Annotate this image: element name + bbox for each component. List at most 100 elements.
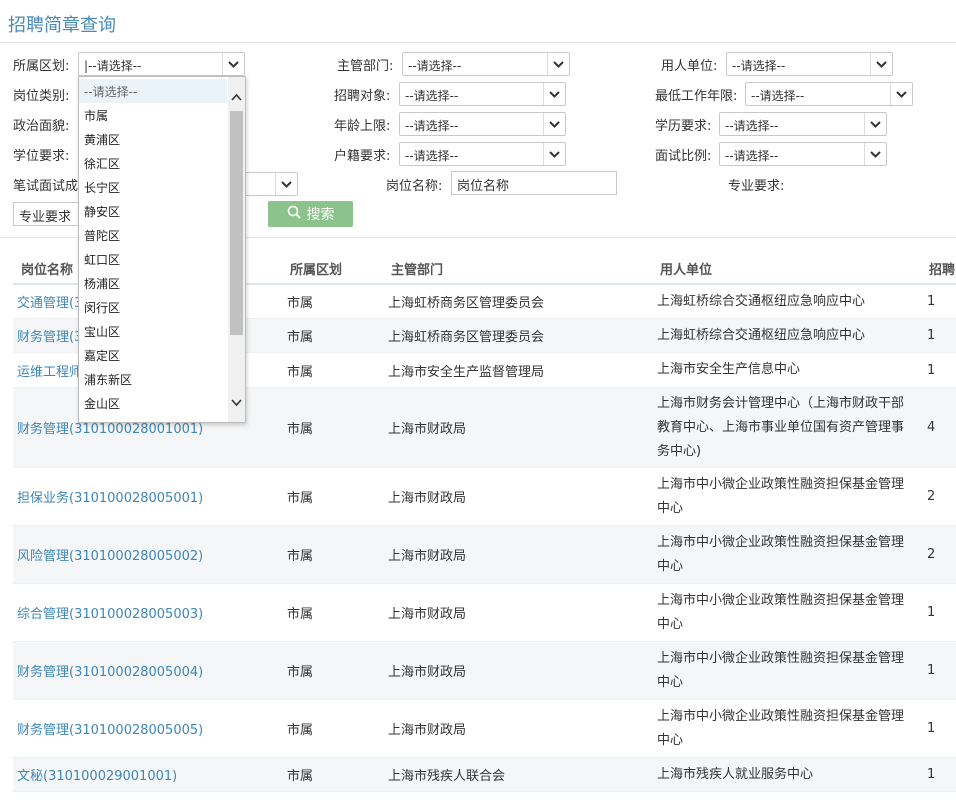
chevron-down-icon (864, 113, 886, 135)
dropdown-option[interactable]: 浦东新区 (79, 367, 227, 391)
position-link[interactable]: 担保业务(310100028005001) (17, 468, 203, 525)
hukou-label: 户籍要求: (334, 149, 391, 164)
hukou-select[interactable]: --请选择-- (399, 142, 566, 166)
recruit-count-cell: 4 (927, 420, 936, 435)
chevron-down-icon (543, 113, 565, 135)
district-cell: 市属 (287, 607, 314, 622)
dropdown-option[interactable]: 长宁区 (79, 175, 227, 199)
recruit-count-cell: 2 (927, 547, 936, 562)
table-row: 综合管理(310100028005003) 市属 上海市财政局 上海市中小微企业… (13, 584, 956, 642)
recruit-count-cell: 1 (927, 767, 936, 782)
recruit-count-cell: 1 (927, 721, 936, 736)
department-cell: 上海市财政局 (388, 665, 467, 680)
hukou-select-value: --请选择-- (405, 149, 459, 163)
min-work-years-label: 最低工作年限: (655, 89, 738, 104)
dropdown-option[interactable]: 静安区 (79, 199, 227, 223)
dropdown-option[interactable]: 虹口区 (79, 247, 227, 271)
district-cell: 市属 (287, 296, 314, 311)
recruit-count-cell: 1 (927, 328, 936, 343)
recruit-target-label: 招聘对象: (334, 89, 391, 104)
dropdown-option[interactable]: 闵行区 (79, 295, 227, 319)
dropdown-option[interactable]: --请选择-- (79, 79, 227, 103)
education-select[interactable]: --请选择-- (719, 112, 887, 136)
department-cell: 上海市安全生产监督管理局 (388, 364, 545, 380)
position-link[interactable]: 交通管理(3 (17, 285, 82, 318)
interview-ratio-label: 面试比例: (655, 149, 712, 164)
position-link[interactable]: 财务管理(310100028005005) (17, 700, 203, 757)
position-link[interactable]: 财务管理(3 (17, 319, 82, 352)
dropdown-option[interactable]: 普陀区 (79, 223, 227, 247)
search-icon (287, 205, 301, 223)
column-header-employer: 用人单位 (660, 263, 713, 278)
department-cell: 上海市财政局 (388, 422, 467, 437)
dropdown-option[interactable]: 金山区 (79, 391, 227, 415)
department-cell: 上海市财政局 (388, 491, 467, 506)
employer-label: 用人单位: (661, 59, 718, 74)
dropdown-scrollbar[interactable] (228, 77, 245, 422)
position-link[interactable]: 财务管理(310100028005004) (17, 642, 203, 699)
employer-cell: 上海市中小微企业政策性融资担保基金管理中心 (657, 592, 905, 632)
table-row: 文秘(310100029001001) 市属 上海市残疾人联合会 上海市残疾人就… (13, 758, 956, 792)
chevron-down-icon (275, 173, 297, 195)
dropdown-option[interactable]: 市属 (79, 103, 227, 127)
employer-cell: 上海虹桥综合交通枢纽应急响应中心 (657, 293, 866, 309)
position-link[interactable]: 运维工程师 (17, 353, 82, 387)
district-select[interactable]: |--请选择-- (78, 52, 245, 76)
scrollbar-thumb[interactable] (230, 111, 243, 335)
recruit-target-select[interactable]: --请选择-- (399, 82, 566, 106)
written-ratio-label: 笔试面试成 (13, 179, 79, 194)
political-label: 政治面貌: (13, 119, 70, 134)
department-cell: 上海虹桥商务区管理委员会 (388, 330, 545, 345)
department-select[interactable]: --请选择-- (402, 52, 570, 76)
recruit-target-select-value: --请选择-- (405, 89, 459, 103)
dropdown-option[interactable]: 黄浦区 (79, 127, 227, 151)
table-row: 财务管理(310100028005005) 市属 上海市财政局 上海市中小微企业… (13, 700, 956, 758)
position-name-label: 岗位名称: (386, 179, 443, 194)
interview-ratio-select-value: --请选择-- (725, 149, 779, 163)
column-header-recruit-count: 招聘 (929, 263, 956, 278)
dropdown-option[interactable]: 徐汇区 (79, 151, 227, 175)
dropdown-option[interactable]: 嘉定区 (79, 343, 227, 367)
column-header-department: 主管部门 (391, 263, 444, 278)
chevron-down-icon (870, 53, 892, 75)
page-title: 招聘简章查询 (8, 15, 116, 36)
department-cell: 上海市残疾人联合会 (388, 769, 506, 784)
chevron-down-icon (890, 83, 912, 105)
recruit-count-cell: 1 (927, 294, 936, 309)
department-select-value: --请选择-- (408, 59, 462, 73)
age-limit-select-value: --请选择-- (405, 119, 459, 133)
department-cell: 上海市财政局 (388, 607, 467, 622)
employer-cell: 上海虹桥综合交通枢纽应急响应中心 (657, 327, 866, 343)
age-limit-label: 年龄上限: (334, 119, 391, 134)
position-link[interactable]: 风险管理(310100028005002) (17, 526, 203, 583)
employer-cell: 上海市残疾人就业服务中心 (657, 766, 814, 782)
age-limit-select[interactable]: --请选择-- (399, 112, 566, 136)
district-cell: 市属 (287, 364, 314, 380)
district-cell: 市属 (287, 549, 314, 564)
major-label: 专业要求: (728, 179, 785, 194)
column-header-position-name: 岗位名称 (21, 263, 74, 278)
degree-label: 学位要求: (13, 149, 70, 164)
dropdown-option[interactable]: 杨浦区 (79, 271, 227, 295)
chevron-up-icon[interactable] (230, 91, 243, 101)
interview-ratio-select[interactable]: --请选择-- (719, 142, 887, 166)
position-link[interactable]: 综合管理(310100028005003) (17, 584, 203, 641)
recruit-count-cell: 2 (927, 489, 936, 504)
position-name-input[interactable]: 岗位名称 (451, 171, 617, 195)
recruit-count-cell: 1 (927, 605, 936, 620)
district-dropdown-list[interactable]: --请选择-- 市属 黄浦区 徐汇区 长宁区 静安区 普陀区 虹口区 杨浦区 闵… (78, 76, 246, 423)
chevron-down-icon[interactable] (230, 397, 243, 407)
column-header-district: 所属区划 (290, 263, 343, 278)
chevron-down-icon (222, 53, 244, 75)
district-cell: 市属 (287, 491, 314, 506)
position-link[interactable]: 文秘(310100029001001) (17, 758, 177, 791)
employer-cell: 上海市安全生产信息中心 (657, 362, 801, 377)
min-work-years-select[interactable]: --请选择-- (745, 82, 913, 106)
dropdown-option[interactable]: 宝山区 (79, 319, 227, 343)
department-cell: 上海市财政局 (388, 723, 467, 738)
chevron-down-icon (864, 143, 886, 165)
employer-select[interactable]: --请选择-- (726, 52, 893, 76)
employer-cell: 上海市中小微企业政策性融资担保基金管理中心 (657, 650, 905, 690)
search-button[interactable]: 搜索 (268, 201, 353, 227)
min-work-years-select-value: --请选择-- (751, 89, 805, 103)
